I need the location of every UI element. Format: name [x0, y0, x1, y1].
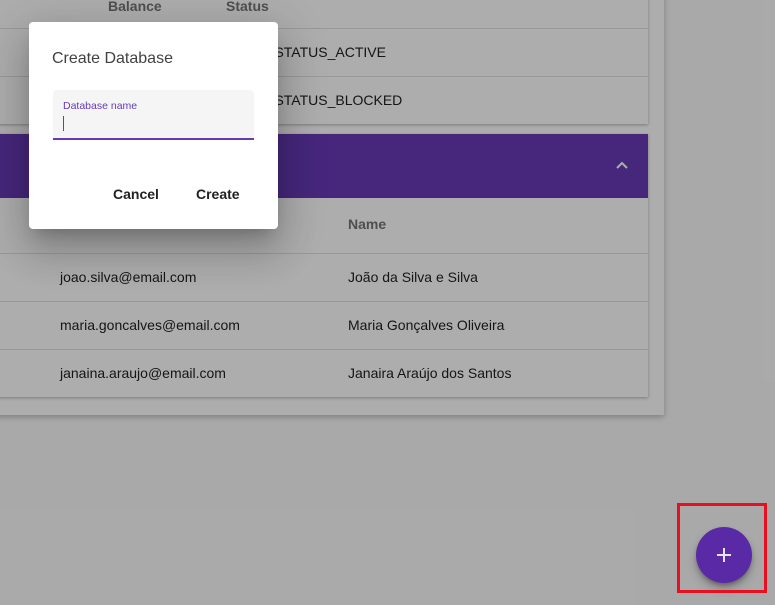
cancel-button[interactable]: Cancel [105, 180, 167, 208]
highlight-box [677, 503, 767, 593]
create-database-dialog: Create Database Database name Cancel Cre… [29, 22, 278, 229]
database-name-field[interactable]: Database name [53, 90, 254, 140]
dialog-title: Create Database [52, 50, 173, 67]
database-name-input[interactable] [61, 114, 250, 132]
create-button[interactable]: Create [188, 180, 248, 208]
database-name-label: Database name [63, 100, 138, 112]
